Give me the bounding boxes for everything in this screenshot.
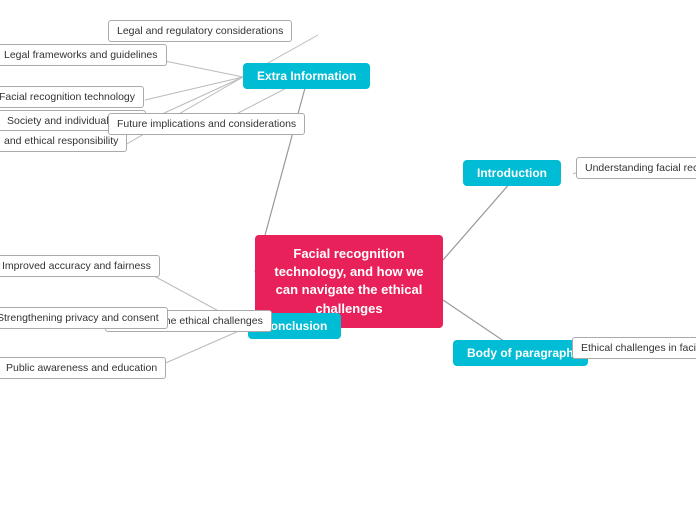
body-of-paragraph-node[interactable]: Body of paragraph <box>453 340 588 366</box>
accuracy-node[interactable]: Improved accuracy and fairness <box>0 255 160 277</box>
frameworks-node[interactable]: Legal frameworks and guidelines <box>0 44 167 66</box>
awareness-node[interactable]: Public awareness and education <box>0 357 166 379</box>
legal-node[interactable]: Legal and regulatory considerations <box>108 20 292 42</box>
ethical-challenges-node[interactable]: Ethical challenges in facial recognition <box>572 337 696 359</box>
extra-information-node[interactable]: Extra Information <box>243 63 370 89</box>
understanding-node[interactable]: Understanding facial recognition technol… <box>576 157 696 179</box>
mindmap-canvas: Facial recognition technology, and how w… <box>0 0 696 520</box>
introduction-node[interactable]: Introduction <box>463 160 561 186</box>
future-node[interactable]: Future implications and considerations <box>108 113 305 135</box>
facial-rec-node[interactable]: Facial recognition technology <box>0 86 144 108</box>
privacy-node[interactable]: Strengthening privacy and consent <box>0 307 168 329</box>
